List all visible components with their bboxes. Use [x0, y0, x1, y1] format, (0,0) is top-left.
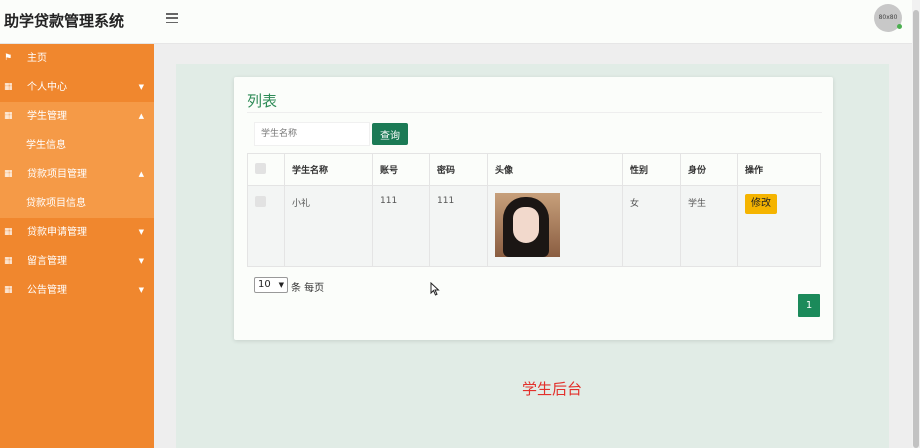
app-title: 助学贷款管理系统 [4, 12, 125, 30]
header-gender[interactable]: 性别 [622, 153, 681, 186]
header-account[interactable]: 账号 [372, 153, 430, 186]
cell-gender: 女 [622, 185, 681, 267]
online-status-dot [897, 24, 902, 29]
sidebar-item-personal-center[interactable]: ▦ 个人中心 ▼ [0, 73, 154, 102]
title-divider [247, 112, 822, 113]
sidebar-item-loan-project-management[interactable]: ▦ 贷款项目管理 ▲ [0, 160, 154, 189]
chevron-down-icon: ▼ [278, 281, 284, 289]
cell-role: 学生 [680, 185, 738, 267]
cell-password: 111 [429, 185, 488, 267]
scrollbar-thumb[interactable] [913, 10, 919, 448]
table-header-row: 学生名称 账号 密码 头像 性别 身份 操作 [247, 153, 821, 186]
sidebar-item-loan-application-management[interactable]: ▦ 贷款申请管理 ▼ [0, 218, 154, 247]
cell-student-name: 小礼 [284, 185, 373, 267]
sidebar-item-notice-management[interactable]: ▦ 公告管理 ▼ [0, 276, 154, 305]
chevron-down-icon: ▼ [138, 228, 144, 236]
header-role[interactable]: 身份 [680, 153, 738, 186]
mouse-cursor-icon [430, 282, 440, 296]
cell-actions: 修改 [737, 185, 821, 267]
table-row: 小礼 111 111 女 学生 修改 [247, 185, 821, 267]
row-select-cell[interactable] [247, 185, 285, 267]
per-page-label: 条 每页 [291, 283, 325, 294]
student-avatar-image [495, 193, 560, 257]
header-password[interactable]: 密码 [429, 153, 488, 186]
header-avatar[interactable]: 头像 [487, 153, 623, 186]
chevron-down-icon: ▼ [138, 286, 144, 294]
cell-avatar [487, 185, 623, 267]
chevron-down-icon: ▼ [138, 257, 144, 265]
cell-account: 111 [372, 185, 430, 267]
page-size-select[interactable]: 10 ▼ [254, 277, 288, 293]
select-all-cell[interactable] [247, 153, 285, 186]
grid-icon: ▦ [4, 111, 13, 121]
top-bar: 助学贷款管理系统 80x80 [0, 0, 912, 44]
sidebar-subitem-student-info[interactable]: 学生信息 [0, 131, 154, 160]
hamburger-menu-icon[interactable] [166, 13, 178, 24]
grid-icon: ▦ [4, 256, 13, 266]
chevron-up-icon: ▲ [138, 112, 144, 120]
grid-icon: ▦ [4, 285, 13, 295]
select-all-checkbox[interactable] [255, 162, 266, 174]
sidebar: ⚑ 主页 ▦ 个人中心 ▼ ▦ 学生管理 ▲ 学生信息 ▦ 贷款项目管理 ▲ 贷… [0, 44, 154, 448]
page-number-button[interactable]: 1 [798, 294, 820, 317]
footer-title: 学生后台 [522, 380, 583, 398]
header-student-name[interactable]: 学生名称 [284, 153, 373, 186]
sidebar-item-student-management[interactable]: ▦ 学生管理 ▲ [0, 102, 154, 131]
header-actions: 操作 [737, 153, 821, 186]
chevron-up-icon: ▲ [138, 170, 144, 178]
grid-icon: ▦ [4, 169, 13, 179]
card-title: 列表 [247, 92, 278, 110]
list-card: 列表 查询 学生名称 账号 密码 头像 性别 身份 操作 [234, 77, 833, 340]
sidebar-item-home[interactable]: ⚑ 主页 [0, 44, 154, 73]
search-button[interactable]: 查询 [372, 123, 408, 145]
row-checkbox[interactable] [255, 196, 266, 207]
student-name-search-input[interactable] [254, 122, 370, 146]
grid-icon: ▦ [4, 227, 13, 237]
flag-icon: ⚑ [4, 53, 13, 63]
sidebar-item-message-management[interactable]: ▦ 留言管理 ▼ [0, 247, 154, 276]
edit-button[interactable]: 修改 [745, 194, 777, 214]
student-table: 学生名称 账号 密码 头像 性别 身份 操作 小礼 111 111 女 学生 修… [247, 153, 821, 267]
sidebar-subitem-loan-project-info[interactable]: 贷款项目信息 [0, 189, 154, 218]
grid-icon: ▦ [4, 82, 13, 92]
chevron-down-icon: ▼ [138, 83, 144, 91]
